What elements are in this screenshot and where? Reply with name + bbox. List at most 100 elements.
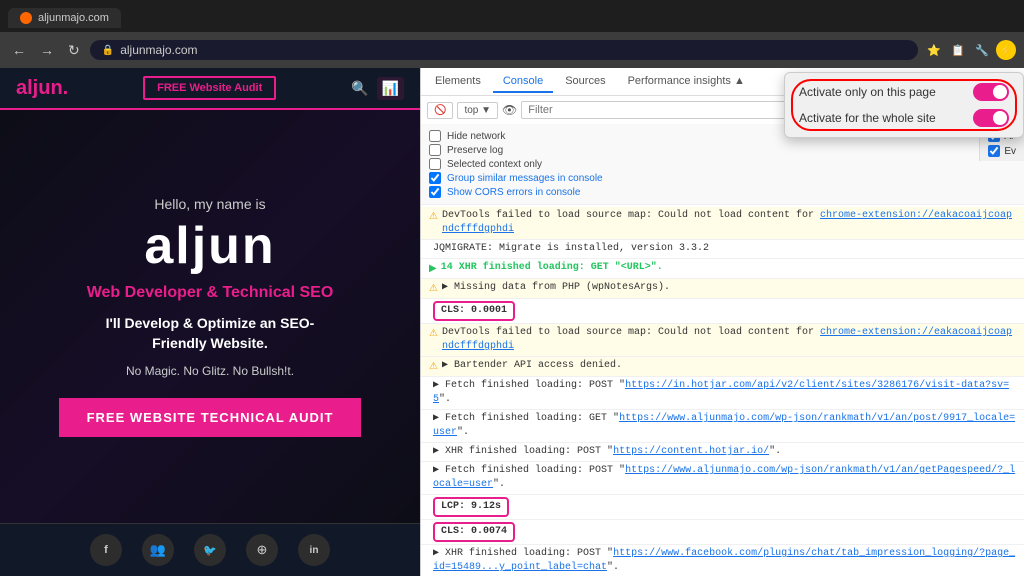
console-text: ▶ Fetch finished loading: POST "https://…: [433, 464, 1016, 492]
checkbox-selected-context[interactable]: [429, 158, 441, 170]
hotjar-link[interactable]: https://in.hotjar.com/api/v2/client/site…: [433, 380, 1009, 405]
popup-row-2: Activate for the whole site: [799, 109, 1009, 127]
play-icon: ▶: [429, 262, 437, 276]
hotjar2-link[interactable]: https://content.hotjar.io/: [613, 446, 769, 457]
console-text: CLS: 0.0001: [433, 301, 1016, 321]
site-logo: aljun.: [16, 77, 68, 100]
label-hide-network: Hide network: [447, 131, 505, 142]
site-name: aljun: [59, 216, 362, 276]
warn-icon: ⚠: [429, 210, 438, 224]
nav-icon-3[interactable]: 🔧: [972, 40, 992, 60]
popup-row-1: Activate only on this page: [799, 83, 1009, 101]
console-text: 14 XHR finished loading: GET "<URL>".: [441, 261, 1016, 275]
console-line: ▶ Fetch finished loading: POST "https://…: [421, 377, 1024, 410]
checkbox-cors-errors[interactable]: [429, 186, 441, 198]
lock-icon: 🔒: [102, 45, 114, 56]
checkbox-preserve-log[interactable]: [429, 144, 441, 156]
console-text: ▶ Bartender API access denied.: [442, 359, 1016, 373]
console-text: CLS: 0.0074: [433, 522, 1016, 542]
console-text: DevTools failed to load source map: Coul…: [442, 326, 1016, 354]
facebook-icon[interactable]: f: [90, 534, 122, 566]
toggle-thumb-2: [993, 111, 1007, 125]
back-button[interactable]: ←: [8, 40, 30, 60]
twitter-icon[interactable]: 🐦: [194, 534, 226, 566]
console-line-lcp: LCP: 9.12s: [421, 495, 1024, 520]
console-line: ⚠ ▶ Missing data from PHP (wpNotesArgs).: [421, 279, 1024, 299]
console-text: ▶ XHR finished loading: POST "https://co…: [433, 445, 1016, 459]
forward-button[interactable]: →: [36, 40, 58, 60]
nav-icon-2[interactable]: 📋: [948, 40, 968, 60]
ext-label-4: Ev: [1004, 146, 1016, 157]
hello-text: Hello, my name is: [59, 196, 362, 212]
console-text: LCP: 9.12s: [433, 497, 1016, 517]
label-cors-errors: Show CORS errors in console: [447, 187, 580, 198]
console-line: ▶ Fetch finished loading: POST "https://…: [421, 462, 1024, 495]
lcp-highlight: LCP: 9.12s: [433, 497, 509, 517]
main-audit-button[interactable]: FREE WEBSITE TECHNICAL AUDIT: [59, 398, 362, 437]
toggle-page[interactable]: [973, 83, 1009, 101]
console-line: ⚠ ▶ Bartender API access denied.: [421, 357, 1024, 377]
clear-button[interactable]: 🚫: [427, 102, 453, 119]
pagespeed-link[interactable]: https://www.aljunmajo.com/wp-json/rankma…: [433, 465, 1015, 490]
popup-label-2: Activate for the whole site: [799, 111, 936, 125]
console-link[interactable]: chrome-extension://eakacoaijcoapndcfffdg…: [442, 210, 1012, 235]
tab-elements[interactable]: Elements: [425, 71, 491, 93]
website-panel: aljun. FREE Website Audit 🔍 📊 Hello, my …: [0, 68, 420, 576]
url-text: aljunmajo.com: [120, 43, 197, 57]
console-text: ▶ XHR finished loading: POST "https://ww…: [433, 547, 1016, 575]
console-line: ⚠ DevTools failed to load source map: Co…: [421, 324, 1024, 357]
site-header: aljun. FREE Website Audit 🔍 📊: [0, 68, 420, 110]
checkbox-group-similar[interactable]: [429, 172, 441, 184]
extension-popup: Activate only on this page Activate for …: [784, 72, 1024, 138]
console-line: JQMIGRATE: Migrate is installed, version…: [421, 240, 1024, 259]
tagline: Web Developer & Technical SEO: [59, 284, 362, 302]
header-icons: 🔍 📊: [351, 77, 404, 100]
ext-checkbox-4[interactable]: [988, 145, 1000, 157]
nav-icon-active[interactable]: ⚡: [996, 40, 1016, 60]
opt-row-cors-errors: Show CORS errors in console: [429, 186, 1016, 198]
rankmath-link[interactable]: https://www.aljunmajo.com/wp-json/rankma…: [433, 413, 1015, 438]
site-text: Hello, my name is aljun Web Developer & …: [59, 196, 362, 436]
linkedin-icon[interactable]: in: [298, 534, 330, 566]
subtext: No Magic. No Glitz. No Bullsh!t.: [59, 364, 362, 378]
console-line: ▶ XHR finished loading: POST "https://co…: [421, 443, 1024, 462]
tab-console[interactable]: Console: [493, 71, 553, 93]
header-audit-button[interactable]: FREE Website Audit: [143, 76, 276, 100]
cls-highlight-2: CLS: 0.0074: [433, 522, 515, 542]
checkbox-hide-network[interactable]: [429, 130, 441, 142]
nav-bar: ← → ↻ 🔒 aljunmajo.com ⭐ 📋 🔧 ⚡: [0, 32, 1024, 68]
top-selector[interactable]: top ▼: [457, 102, 498, 119]
tab-performance[interactable]: Performance insights ▲: [618, 71, 755, 93]
search-icon[interactable]: 🔍: [351, 80, 368, 97]
opt-row-preserve-log: Preserve log: [429, 144, 1016, 156]
console-output[interactable]: ⚠ DevTools failed to load source map: Co…: [421, 205, 1024, 576]
ext-item-4: Ev: [988, 145, 1016, 157]
address-bar[interactable]: 🔒 aljunmajo.com: [90, 40, 918, 60]
console-line-cls2: CLS: 0.0074: [421, 520, 1024, 545]
eye-button[interactable]: 👁: [502, 103, 517, 117]
console-text: ▶ Missing data from PHP (wpNotesArgs).: [442, 281, 1016, 295]
chart-icon[interactable]: 📊: [377, 77, 404, 100]
console-link[interactable]: chrome-extension://eakacoaijcoapndcfffdg…: [442, 327, 1012, 352]
opt-row-group-similar: Group similar messages in console: [429, 172, 1016, 184]
console-line: ▶ XHR finished loading: POST "https://ww…: [421, 545, 1024, 576]
browser-tab[interactable]: aljunmajo.com: [8, 8, 121, 28]
community-icon[interactable]: 👥: [142, 534, 174, 566]
console-text: ▶ Fetch finished loading: POST "https://…: [433, 379, 1016, 407]
toggle-thumb-1: [993, 85, 1007, 99]
label-group-similar: Group similar messages in console: [447, 173, 603, 184]
site-content: Hello, my name is aljun Web Developer & …: [0, 110, 420, 523]
nav-icon-1[interactable]: ⭐: [924, 40, 944, 60]
opt-row-selected-context: Selected context only: [429, 158, 1016, 170]
popup-label-1: Activate only on this page: [799, 85, 936, 99]
reload-button[interactable]: ↻: [64, 40, 84, 61]
tab-sources[interactable]: Sources: [555, 71, 615, 93]
github-icon[interactable]: ⊕: [246, 534, 278, 566]
fb-link-1[interactable]: https://www.facebook.com/plugins/chat/ta…: [433, 548, 1015, 573]
browser-chrome: aljunmajo.com ← → ↻ 🔒 aljunmajo.com ⭐ 📋 …: [0, 0, 1024, 68]
toggle-site[interactable]: [973, 109, 1009, 127]
devtools-panel: Activate only on this page Activate for …: [420, 68, 1024, 576]
console-line: ▶ 14 XHR finished loading: GET "<URL>".: [421, 259, 1024, 279]
site-footer: f 👥 🐦 ⊕ in: [0, 523, 420, 576]
warn-icon: ⚠: [429, 327, 438, 341]
